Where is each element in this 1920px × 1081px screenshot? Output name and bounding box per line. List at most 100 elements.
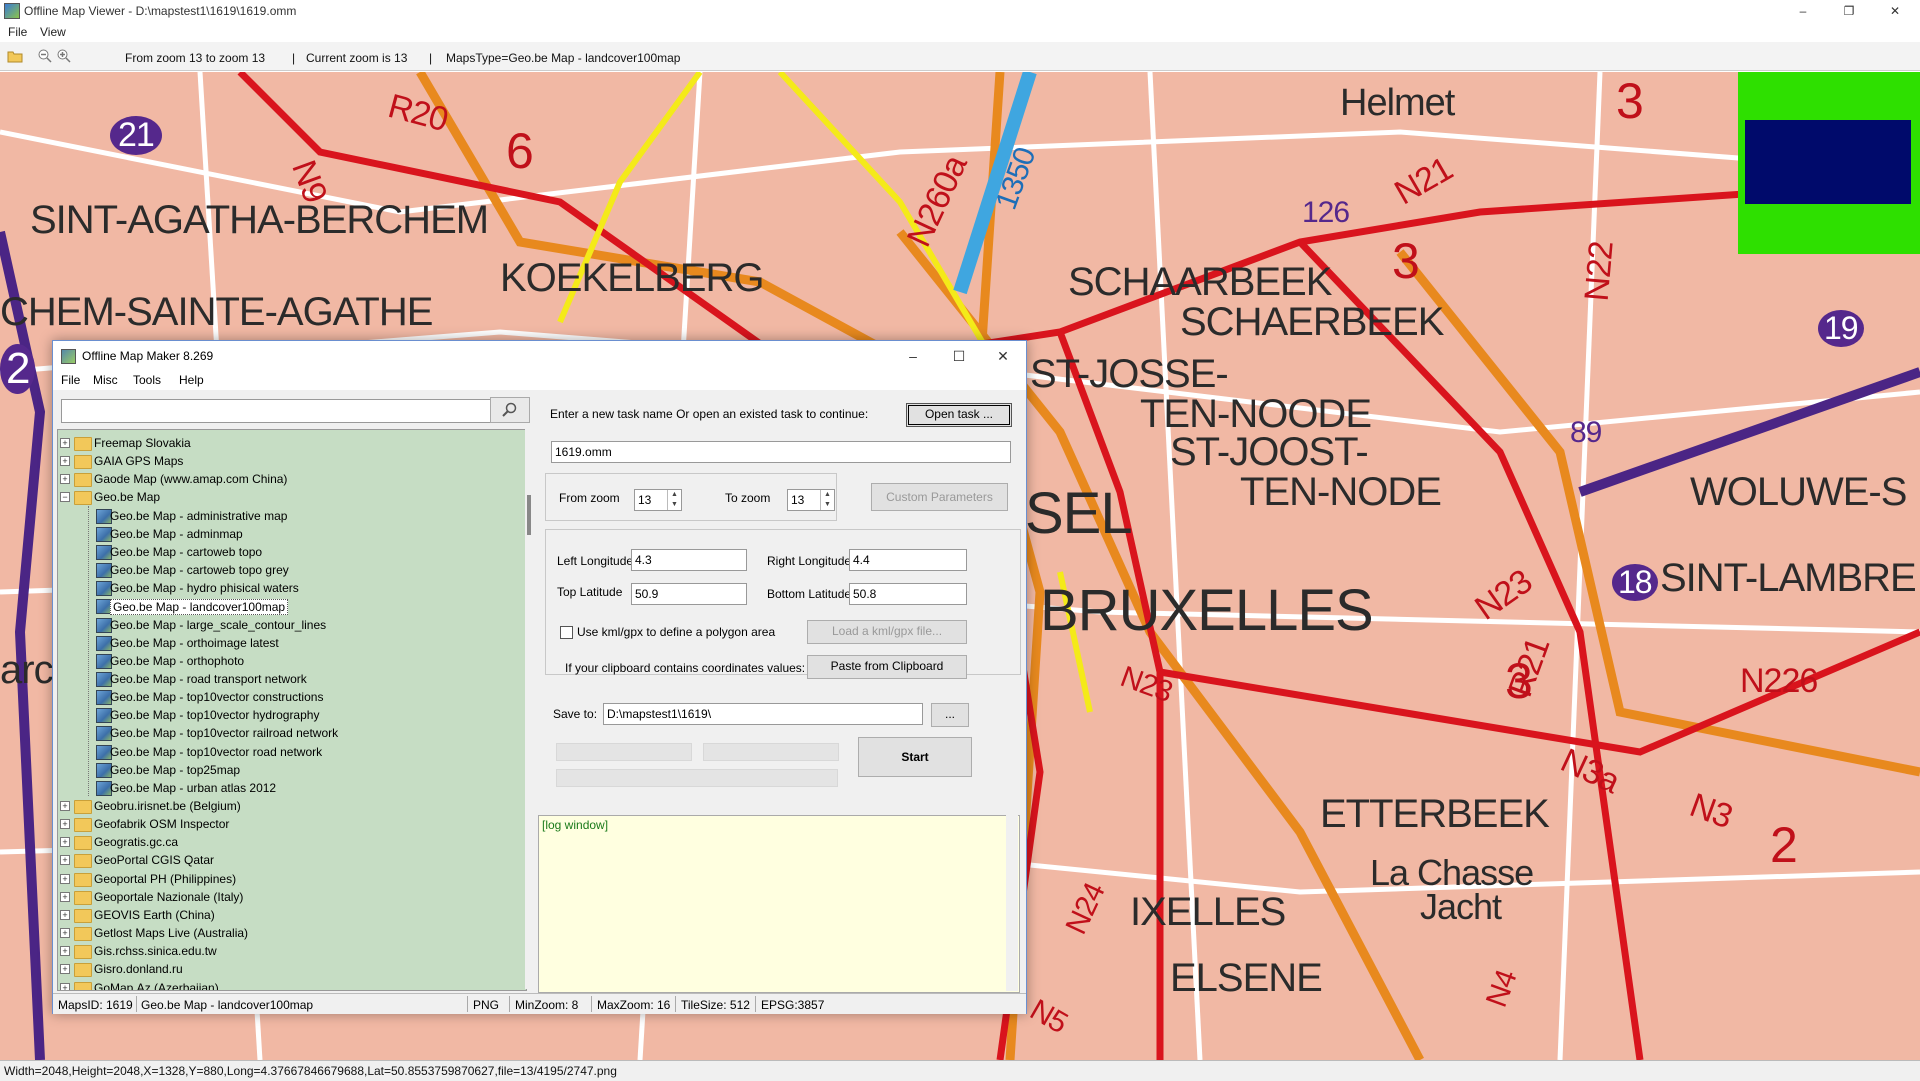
map-label-21: 21 [110, 116, 162, 155]
left-longitude-input[interactable]: 4.3 [631, 549, 747, 571]
tree-item[interactable]: + Geoportale Nazionale (Italy) [58, 888, 526, 906]
expand-toggle[interactable]: + [60, 982, 70, 990]
paste-clipboard-button[interactable]: Paste from Clipboard [807, 655, 967, 679]
save-to-input[interactable]: D:\mapstest1\1619\ [603, 703, 923, 725]
tree-item[interactable]: Geo.be Map - urban atlas 2012 [58, 779, 526, 797]
expand-toggle[interactable]: + [60, 438, 70, 448]
right-longitude-input[interactable]: 4.4 [849, 549, 967, 571]
task-name-input[interactable]: 1619.omm [551, 441, 1011, 463]
dialog-maximize-button[interactable]: ☐ [939, 345, 979, 367]
status-separator [591, 996, 592, 1012]
map-label-elsene: ELSENE [1170, 956, 1323, 1000]
tree-item[interactable]: + Gaode Map (www.amap.com China) [58, 470, 526, 488]
search-button[interactable] [490, 397, 530, 423]
tree-item-label: Geo.be Map - orthophoto [110, 653, 245, 668]
save-to-label: Save to: [553, 707, 598, 721]
tree-item[interactable]: Geo.be Map - adminmap [58, 525, 526, 543]
minimize-button[interactable]: – [1780, 0, 1826, 22]
tree-item[interactable]: Geo.be Map - administrative map [58, 507, 526, 525]
status-max-zoom: MaxZoom: 16 [597, 998, 671, 1012]
close-button[interactable]: ✕ [1872, 0, 1918, 22]
map-label-3-centre: 3 [1392, 233, 1420, 289]
log-text: [log window] [542, 818, 609, 832]
expand-toggle[interactable]: + [60, 456, 70, 467]
zoom-out-icon[interactable] [37, 48, 53, 64]
expand-toggle[interactable]: + [60, 819, 70, 830]
expand-toggle[interactable]: + [60, 928, 70, 939]
tree-item[interactable]: + Geofabrik OSM Inspector [58, 815, 526, 833]
tree-item[interactable]: Geo.be Map - large_scale_contour_lines [58, 616, 526, 634]
task-prompt-label: Enter a new task name Or open an existed… [550, 407, 869, 421]
tree-item[interactable]: Geo.be Map - cartoweb topo grey [58, 561, 526, 579]
tree-item[interactable]: + Geogratis.gc.ca [58, 833, 526, 851]
from-zoom-spinner[interactable]: ▲ ▼ [667, 490, 681, 510]
open-folder-icon[interactable] [7, 48, 23, 64]
folder-icon [74, 854, 92, 869]
tree-item[interactable]: Geo.be Map - top10vector constructions [58, 688, 526, 706]
log-scrollbar[interactable] [1006, 815, 1018, 991]
tree-item[interactable]: + GAIA GPS Maps [58, 452, 526, 470]
tree-item[interactable]: + Gis.rchss.sinica.edu.tw [58, 942, 526, 960]
menu-file[interactable]: File [8, 25, 27, 39]
tree-item[interactable]: Geo.be Map - hydro phisical waters [58, 579, 526, 597]
tree-item[interactable]: Geo.be Map - top10vector railroad networ… [58, 724, 526, 742]
menu-view[interactable]: View [40, 25, 66, 39]
tree-item[interactable]: Geo.be Map - top10vector hydrography [58, 706, 526, 724]
expand-toggle[interactable]: + [60, 946, 70, 957]
dialog-minimize-button[interactable]: – [893, 345, 933, 367]
dialog-menu-tools[interactable]: Tools [133, 373, 161, 387]
tree-item-label: Gis.rchss.sinica.edu.tw [94, 944, 217, 959]
maximize-button[interactable]: ❐ [1826, 0, 1872, 22]
open-task-button[interactable]: Open task ... [906, 403, 1012, 427]
tree-item[interactable]: Geo.be Map - top25map [58, 761, 526, 779]
map-label-126: 126 [1302, 196, 1350, 229]
tree-item[interactable]: + Geoportal PH (Philippines) [58, 870, 526, 888]
expand-toggle[interactable]: + [60, 474, 70, 485]
tree-item[interactable]: + Getlost Maps Live (Australia) [58, 924, 526, 942]
tree-item[interactable]: + Gisro.donland.ru [58, 960, 526, 978]
map-tree[interactable]: + Freemap Slovakia + GAIA GPS Maps + Gaode Ma… [57, 429, 527, 991]
bottom-latitude-input[interactable]: 50.8 [849, 583, 967, 605]
tree-item[interactable]: + Freemap Slovakia [58, 434, 526, 452]
expand-toggle[interactable]: + [60, 891, 70, 902]
to-zoom-spinner[interactable]: ▲ ▼ [820, 490, 834, 510]
tree-item[interactable]: + GeoPortal CGIS Qatar [58, 851, 526, 869]
expand-toggle[interactable]: + [60, 801, 70, 811]
tree-item[interactable]: − Geo.be Map [58, 488, 526, 506]
dialog-menu-file[interactable]: File [61, 373, 80, 387]
dialog-menu-help[interactable]: Help [179, 373, 204, 387]
tree-item[interactable]: Geo.be Map - road transport network [58, 670, 526, 688]
tree-item[interactable]: + GEOVIS Earth (China) [58, 906, 526, 924]
top-latitude-input[interactable]: 50.9 [631, 583, 747, 605]
start-button[interactable]: Start [858, 737, 972, 777]
custom-parameters-button[interactable]: Custom Parameters [871, 483, 1008, 511]
expand-toggle[interactable]: + [60, 873, 70, 884]
folder-icon [74, 836, 92, 851]
right-longitude-label: Right Longitude [767, 554, 852, 568]
map-search-input[interactable] [61, 399, 491, 423]
tree-item[interactable]: Geo.be Map - landcover100map [58, 597, 526, 616]
dialog-close-button[interactable]: ✕ [983, 345, 1023, 367]
log-window[interactable]: [log window] [538, 815, 1020, 993]
expand-toggle[interactable]: + [60, 964, 70, 975]
collapse-toggle[interactable]: − [60, 492, 70, 503]
map-label-3-east: 3 [1505, 653, 1533, 709]
kml-checkbox[interactable] [560, 626, 573, 639]
tree-item[interactable]: Geo.be Map - top10vector road network [58, 743, 526, 761]
load-kml-button[interactable]: Load a kml/gpx file... [807, 620, 967, 644]
zoom-in-icon[interactable] [56, 48, 72, 64]
tree-item[interactable]: + Geobru.irisnet.be (Belgium) [58, 797, 526, 815]
browse-button[interactable]: ... [931, 703, 969, 727]
from-zoom-input[interactable]: 13 ▲ ▼ [634, 489, 682, 511]
to-zoom-input[interactable]: 13 ▲ ▼ [787, 489, 835, 511]
tree-item[interactable]: Geo.be Map - cartoweb topo [58, 543, 526, 561]
expand-toggle[interactable]: + [60, 855, 70, 866]
status-maps-id: MapsID: 1619 [58, 998, 133, 1012]
tree-item[interactable]: Geo.be Map - orthophoto [58, 652, 526, 670]
expand-toggle[interactable]: + [60, 837, 70, 848]
expand-toggle[interactable]: + [60, 909, 70, 920]
tree-item[interactable]: Geo.be Map - orthoimage latest [58, 634, 526, 652]
tree-scroll-thumb[interactable] [527, 495, 531, 535]
dialog-menu-misc[interactable]: Misc [93, 373, 118, 387]
tree-item[interactable]: + GoMap.Az (Azerbaijan) [58, 979, 526, 990]
